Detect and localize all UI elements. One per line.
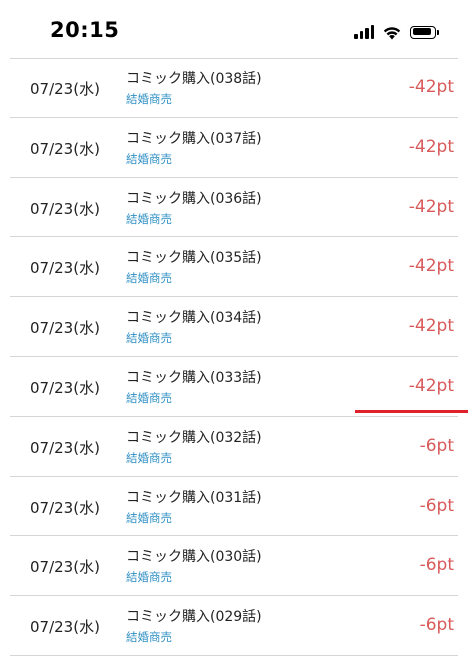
history-row[interactable]: 07/23(水) コミック購入(036話) 結婚商売 -42pt [10,178,458,238]
point-history-list: 07/23(水) コミック購入(038話) 結婚商売 -42pt 07/23(水) コミッ… [0,58,468,656]
history-row[interactable]: 07/23(水) コミック購入(031話) 結婚商売 -6pt [10,477,458,537]
status-time: 20:15 [50,18,120,42]
battery-icon [410,25,439,39]
history-row[interactable]: 07/23(水) コミック購入(038話) 結婚商売 -42pt [10,58,458,118]
series-link[interactable]: 結婚商売 [126,450,172,466]
history-row[interactable]: 07/23(水) コミック購入(033話) 結婚商売 -42pt [10,357,458,417]
series-link[interactable]: 結婚商売 [126,211,172,227]
history-date: 07/23(水) [30,438,100,457]
history-date: 07/23(水) [30,319,100,338]
history-title: コミック購入(033話) [126,369,262,386]
series-link[interactable]: 結婚商売 [126,330,172,346]
history-title: コミック購入(037話) [126,130,262,147]
series-link[interactable]: 結婚商売 [126,151,172,167]
history-row[interactable]: 07/23(水) コミック購入(035話) 結婚商売 -42pt [10,237,458,298]
series-link[interactable]: 結婚商売 [126,510,172,526]
wifi-icon [383,26,401,39]
history-title: コミック購入(030話) [126,549,262,566]
history-title: コミック購入(031話) [126,489,262,506]
point-amount: -42pt [408,256,454,277]
history-row[interactable]: 07/23(水) コミック購入(030話) 結婚商売 -6pt [10,536,458,597]
history-date: 07/23(水) [30,199,100,218]
point-amount: -42pt [408,136,454,157]
signal-icon [354,25,374,39]
history-row[interactable]: 07/23(水) コミック購入(034話) 結婚商売 -42pt [10,297,458,357]
point-amount: -42pt [408,77,454,97]
point-amount: -6pt [419,615,454,636]
series-link[interactable]: 結婚商売 [126,569,172,585]
history-title: コミック購入(029話) [126,609,262,626]
point-amount: -42pt [408,316,454,337]
history-title: コミック購入(032話) [126,429,262,446]
series-link[interactable]: 結婚商売 [126,390,172,406]
point-amount: -42pt [408,375,454,396]
history-row[interactable]: 07/23(水) コミック購入(037話) 結婚商売 -42pt [10,118,458,178]
point-amount: -6pt [419,435,454,456]
history-title: コミック購入(035話) [126,250,262,267]
highlight-underline [355,410,468,413]
status-icons [354,22,439,42]
history-date: 07/23(水) [30,558,100,577]
history-title: コミック購入(038話) [126,71,262,87]
point-amount: -6pt [419,555,454,576]
status-bar: 20:15 [0,0,468,58]
history-date: 07/23(水) [30,378,100,397]
point-amount: -6pt [419,495,454,516]
history-date: 07/23(水) [30,618,100,637]
history-date: 07/23(水) [30,259,100,278]
history-date: 07/23(水) [30,139,100,158]
history-date: 07/23(水) [30,498,100,517]
history-date: 07/23(水) [30,80,100,98]
history-row[interactable]: 07/23(水) コミック購入(029話) 結婚商売 -6pt [10,596,458,656]
point-amount: -42pt [408,196,454,217]
history-row[interactable]: 07/23(水) コミック購入(032話) 結婚商売 -6pt [10,417,458,477]
series-link[interactable]: 結婚商売 [126,629,172,645]
history-title: コミック購入(034話) [126,310,262,327]
series-link[interactable]: 結婚商売 [126,91,172,107]
history-title: コミック購入(036話) [126,190,262,207]
series-link[interactable]: 結婚商売 [126,270,172,286]
